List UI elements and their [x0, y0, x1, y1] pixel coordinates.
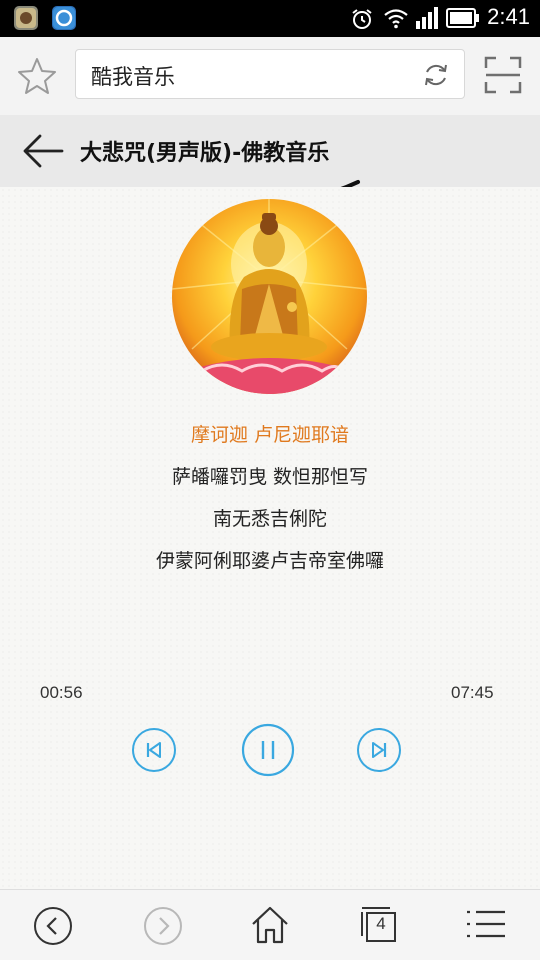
previous-track-button[interactable] [131, 727, 177, 773]
app-icon-2 [52, 6, 76, 30]
address-text: 酷我音乐 [91, 65, 175, 89]
tabs-icon[interactable]: 4 [358, 904, 398, 944]
refresh-icon[interactable] [422, 61, 450, 89]
star-icon[interactable] [17, 57, 57, 95]
signal-icon [416, 7, 438, 29]
status-time: 2:41 [487, 4, 530, 29]
tabs-count: 4 [376, 914, 386, 933]
battery-icon [446, 8, 479, 28]
wifi-icon [384, 9, 408, 29]
menu-icon[interactable] [467, 906, 505, 942]
address-bar[interactable]: 酷我音乐 [75, 49, 465, 99]
page-title: 大悲咒(男声版)-佛教音乐 [80, 141, 330, 166]
lyric-line: 萨皤囉罚曳 数怛那怛写 [171, 466, 369, 488]
album-art [172, 199, 367, 394]
browser-bottom-nav: 4 [0, 889, 540, 960]
status-bar: 2:41 [0, 0, 540, 37]
forward-icon[interactable] [143, 906, 183, 946]
next-track-button[interactable] [356, 727, 402, 773]
lyric-line: 伊蒙阿俐耶婆卢吉帝室佛囉 [155, 550, 384, 572]
back-arrow-icon[interactable] [22, 133, 64, 169]
home-icon[interactable] [250, 904, 290, 946]
player-area: 摩诃迦 卢尼迦耶谙 萨皤囉罚曳 数怛那怛写 南无悉吉俐陀 伊蒙阿俐耶婆卢吉帝室佛… [0, 187, 540, 889]
alarm-icon [352, 9, 372, 29]
pause-button[interactable] [241, 723, 295, 777]
app-icon-1 [14, 6, 38, 30]
back-icon[interactable] [33, 906, 73, 946]
lyric-line-active: 摩诃迦 卢尼迦耶谙 [190, 424, 350, 446]
elapsed-time: 00:56 [40, 683, 83, 702]
lyric-line: 南无悉吉俐陀 [212, 508, 327, 530]
browser-toolbar: 酷我音乐 [0, 37, 540, 115]
scan-icon[interactable] [484, 56, 522, 94]
duration-time: 07:45 [451, 683, 494, 702]
